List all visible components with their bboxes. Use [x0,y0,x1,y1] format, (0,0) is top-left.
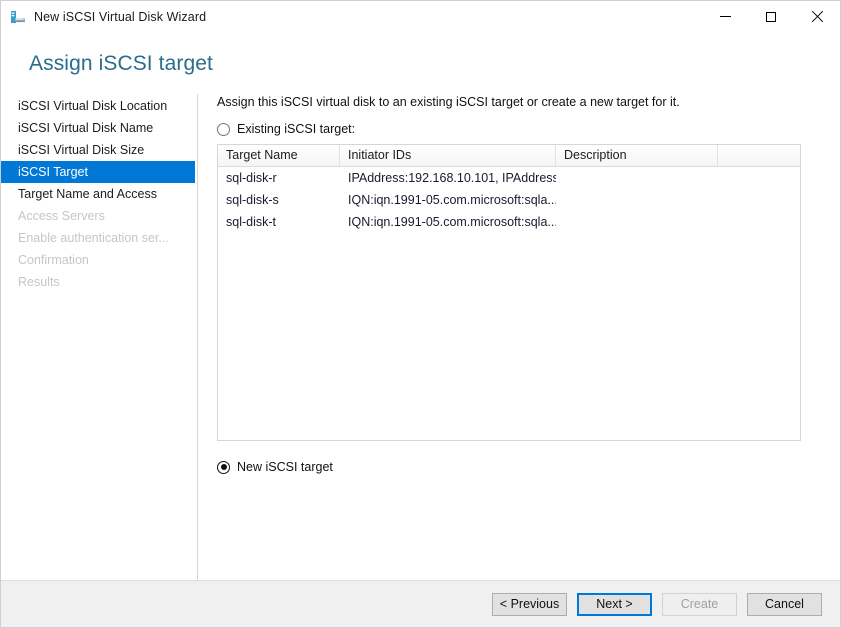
nav-item-disk-name[interactable]: iSCSI Virtual Disk Name [1,117,195,139]
minimize-icon [719,16,731,17]
main-pane: Assign this iSCSI virtual disk to an exi… [198,94,840,580]
nav-item-confirmation: Confirmation [18,253,89,267]
new-target-radio[interactable] [217,460,230,474]
nav-item-disk-location[interactable]: iSCSI Virtual Disk Location [1,95,195,117]
page-title: Assign iSCSI target [29,52,213,75]
minimize-button[interactable] [702,1,748,32]
table-row[interactable]: sql-disk-r IPAddress:192.168.10.101, IPA… [218,167,800,189]
cell-description [556,189,718,211]
table-row[interactable]: sql-disk-t IQN:iqn.1991-05.com.microsoft… [218,211,800,233]
maximize-button[interactable] [748,1,794,32]
nav-item-disk-size[interactable]: iSCSI Virtual Disk Size [1,139,195,161]
create-button: Create [662,592,737,616]
cell-initiator-ids: IPAddress:192.168.10.101, IPAddress:... [348,171,556,185]
table-row[interactable]: sql-disk-s IQN:iqn.1991-05.com.microsoft… [218,189,800,211]
cell-initiator-ids: IQN:iqn.1991-05.com.microsoft:sqla.... [348,215,556,229]
new-target-radio-row[interactable]: New iSCSI target [217,458,840,476]
existing-target-radio-row[interactable]: Existing iSCSI target: [217,120,840,138]
close-button[interactable] [794,1,840,32]
cell-description [556,211,718,233]
column-header-description[interactable]: Description [556,145,718,166]
nav-item-access-servers: Access Servers [18,209,105,223]
wizard-window: New iSCSI Virtual Disk Wizard Assign iSC… [0,0,841,628]
cell-target-name: sql-disk-r [226,171,277,185]
wizard-body: iSCSI Virtual Disk Location iSCSI Virtua… [1,76,840,580]
existing-target-radio-label: Existing iSCSI target: [237,122,356,136]
column-header-initiator-ids[interactable]: Initiator IDs [340,145,556,166]
window-title: New iSCSI Virtual Disk Wizard [34,9,207,24]
instruction-text: Assign this iSCSI virtual disk to an exi… [217,95,680,109]
title-bar: New iSCSI Virtual Disk Wizard [1,1,840,32]
cell-target-name: sql-disk-s [226,193,279,207]
nav-item-results: Results [18,275,60,289]
new-target-radio-label: New iSCSI target [237,460,333,474]
window-controls [702,1,840,32]
wizard-steps-nav: iSCSI Virtual Disk Location iSCSI Virtua… [1,94,198,580]
column-header-filler [718,145,800,166]
cancel-button[interactable]: Cancel [747,592,822,616]
cell-target-name: sql-disk-t [226,215,277,229]
cell-description [556,167,718,189]
cell-initiator-ids: IQN:iqn.1991-05.com.microsoft:sqla.... [348,193,556,207]
nav-item-enable-authentication: Enable authentication ser... [18,231,169,245]
previous-button[interactable]: < Previous [492,592,567,616]
nav-item-iscsi-target[interactable]: iSCSI Target [1,161,195,183]
next-button[interactable]: Next > [577,592,652,616]
column-header-target-name[interactable]: Target Name [218,145,340,166]
maximize-icon [766,11,776,22]
close-icon [811,11,823,23]
existing-targets-table[interactable]: Target Name Initiator IDs Description sq… [217,144,801,441]
iscsi-disk-icon [10,9,26,25]
existing-target-radio[interactable] [217,122,230,136]
nav-item-target-name-access[interactable]: Target Name and Access [1,183,195,205]
table-header-row: Target Name Initiator IDs Description [218,145,800,167]
wizard-footer: < Previous Next > Create Cancel [1,580,840,627]
